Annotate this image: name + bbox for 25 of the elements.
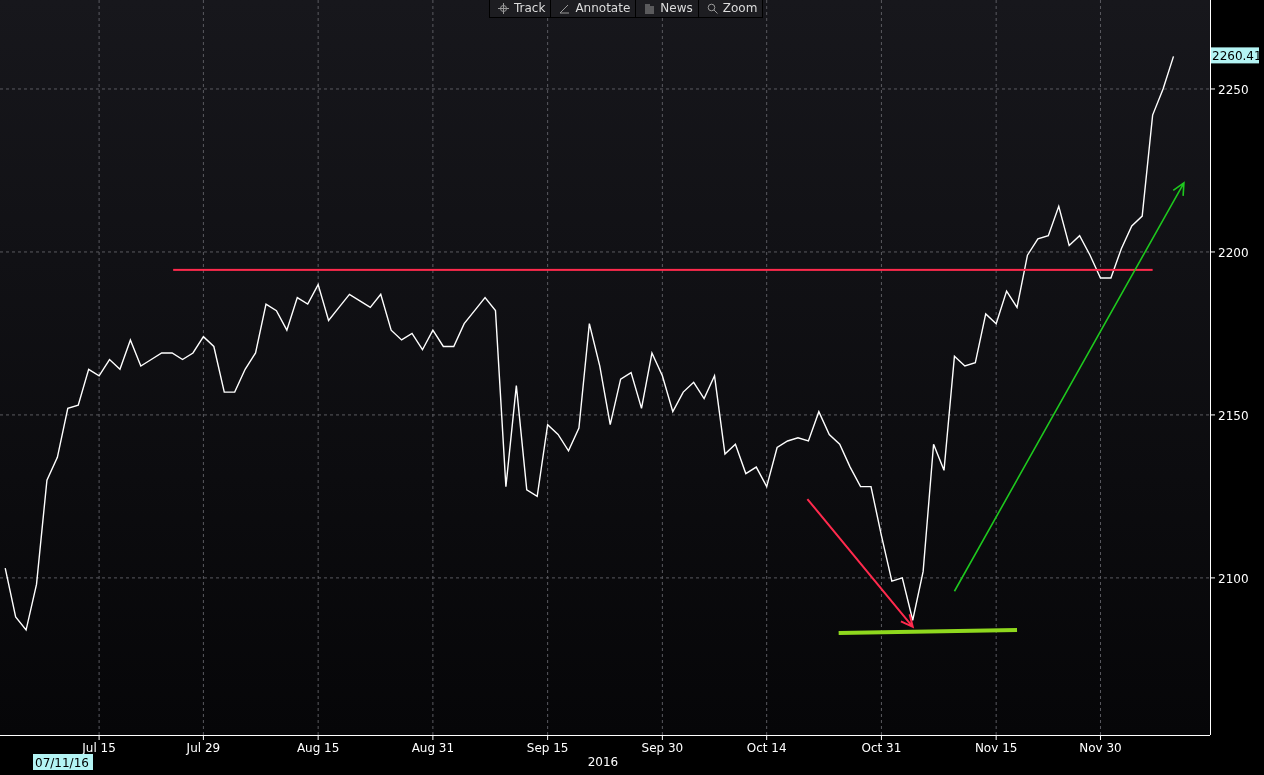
x-axis-label: Aug 15 [296,741,340,755]
x-axis-label: Sep 30 [641,741,684,755]
y-axis-label: 2150 [1218,408,1249,423]
crosshair-icon [498,2,509,14]
search-icon [706,2,718,14]
y-axis-label: 2250 [1218,83,1249,97]
x-axis-label: Aug 31 [411,741,455,755]
x-axis-label: Nov 15 [974,741,1018,755]
toolbar-button[interactable]: News [636,0,698,17]
x-axis-label: Nov 30 [1079,741,1122,755]
year-label: 2016 [587,755,619,769]
x-axis-label: Oct 31 [861,741,902,755]
y-axis-label: 2100 [1218,571,1249,586]
news-icon [644,2,656,14]
toolbar-button[interactable]: Track [490,0,551,17]
x-axis-label: Oct 14 [746,741,787,755]
x-axis-label: Jul 15 [82,741,116,755]
last-price-label: 2260.41 [1211,47,1262,64]
start-date-label: 07/11/16 [33,754,93,770]
x-axis-label: Sep 15 [526,741,569,755]
toolbar-button[interactable]: Zoom [698,0,763,17]
x-axis-label: Jul 29 [186,741,221,755]
y-axis-label: 2200 [1218,245,1249,260]
toolbar-button[interactable]: Annotate [551,0,636,17]
pencil-icon [559,2,571,14]
